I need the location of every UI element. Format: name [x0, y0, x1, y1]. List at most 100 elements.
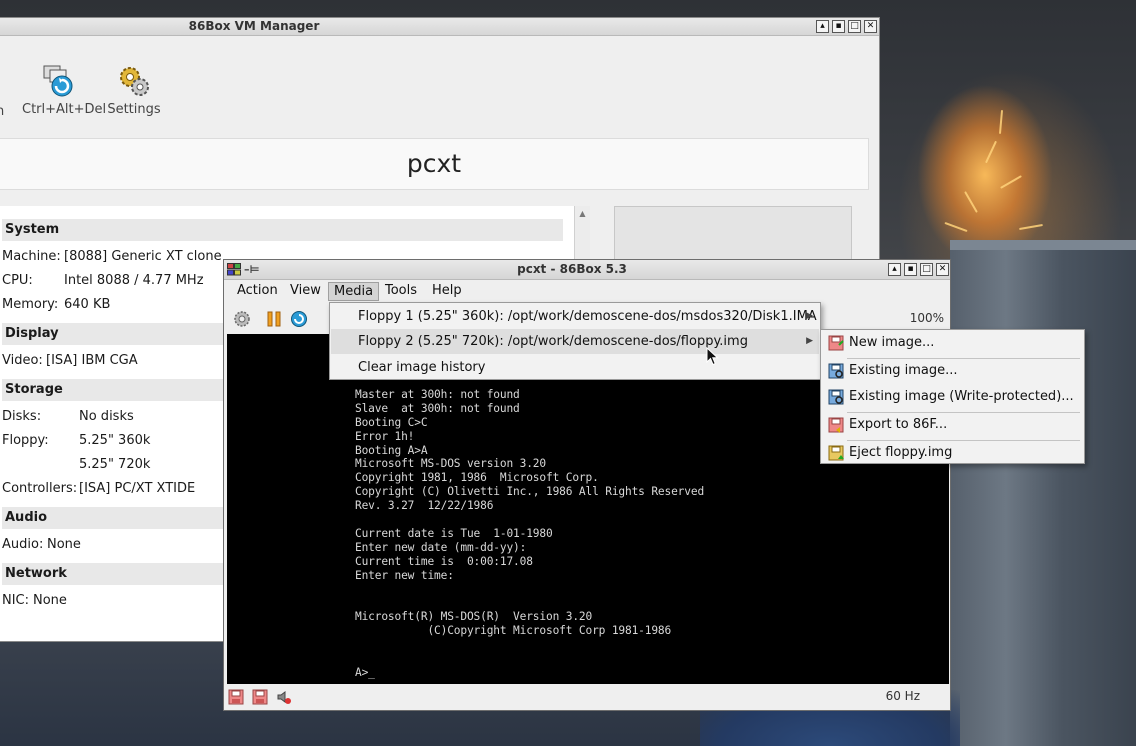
detail-label: NIC:: [2, 593, 30, 608]
wallpaper-spark: [985, 140, 997, 164]
reset-icon[interactable]: [290, 310, 308, 328]
dos-console: Master at 300h: not found Slave at 300h: …: [355, 388, 704, 680]
emulator-statusbar: 60 Hz: [224, 684, 950, 710]
menu-item-existing-image-wp[interactable]: Existing image (Write-protected)...: [822, 385, 1083, 411]
shade-button[interactable]: ▴: [816, 20, 829, 33]
detail-value: 5.25" 360k: [79, 433, 151, 448]
menu-item-label: Eject floppy.img: [849, 445, 953, 460]
detail-label: Floppy:: [2, 433, 49, 448]
minimize-button[interactable]: ▪: [832, 20, 845, 33]
minimize-button[interactable]: ▪: [904, 263, 917, 276]
detail-value: 5.25" 720k: [79, 457, 151, 472]
console-line: Current time is 0:00:17.08: [355, 554, 533, 568]
shade-button[interactable]: ▴: [888, 263, 901, 276]
ctrl-alt-del-icon: [43, 65, 73, 97]
menu-item-new-image[interactable]: New image...: [822, 331, 1083, 357]
open-image-icon: [828, 363, 844, 379]
maximize-button[interactable]: □: [920, 263, 933, 276]
console-line: Enter new time:: [355, 568, 454, 582]
detail-label: Video:: [2, 353, 43, 368]
detail-value: [8088] Generic XT clone: [64, 249, 222, 264]
menu-item-label: Clear image history: [358, 360, 486, 375]
settings-button[interactable]: Settings: [106, 64, 162, 117]
console-line: Rev. 3.27 12/22/1986: [355, 499, 494, 513]
export-icon: [828, 417, 844, 433]
close-button[interactable]: ✕: [936, 263, 949, 276]
detail-label: CPU:: [2, 273, 33, 288]
menu-item-existing-image[interactable]: Existing image...: [822, 359, 1083, 385]
emulator-titlebar[interactable]: –⊨ pcxt - 86Box 5.3 ▴ ▪ □ ✕: [224, 260, 950, 280]
console-line: Enter new date (mm-dd-yy):: [355, 540, 527, 554]
console-line: Current date is Tue 1-01-1980: [355, 526, 553, 540]
media-menu: Floppy 1 (5.25" 360k): /opt/work/demosce…: [329, 302, 821, 380]
wallpaper-shelves: [950, 250, 1136, 746]
manager-toolbar: n Ctrl+Alt+Del Settings: [0, 36, 879, 136]
menu-item-clear-history[interactable]: Clear image history: [331, 355, 819, 380]
menu-item-eject[interactable]: Eject floppy.img: [822, 441, 1083, 467]
floppy-1-icon[interactable]: [228, 689, 244, 705]
menu-view[interactable]: View: [285, 282, 326, 301]
ctrl-alt-del-button[interactable]: Ctrl+Alt+Del: [22, 64, 106, 117]
manager-titlebar[interactable]: 86Box VM Manager ▴ ▪ □ ✕: [0, 18, 879, 36]
console-line: (C)Copyright Microsoft Corp 1981-1986: [355, 624, 672, 638]
floppy-submenu: New image... Existing image... Existing …: [820, 329, 1085, 464]
scroll-up-icon[interactable]: ▲: [578, 209, 587, 218]
sound-icon[interactable]: [276, 689, 292, 705]
menu-tools[interactable]: Tools: [380, 282, 422, 301]
console-line: Slave at 300h: not found: [355, 401, 520, 415]
detail-value: No disks: [79, 409, 134, 424]
detail-audio: Audio: None: [2, 537, 81, 553]
zoom-level: 100%: [909, 311, 944, 325]
console-line: A>_: [355, 665, 375, 679]
wallpaper-spark: [1019, 223, 1043, 231]
submenu-arrow-icon: ▶: [806, 311, 813, 321]
ctrl-alt-del-label: Ctrl+Alt+Del: [22, 102, 107, 117]
detail-label: Machine:: [2, 249, 61, 264]
console-line: Error 1h!: [355, 429, 415, 443]
toolbar-partial-label: n: [0, 104, 4, 119]
console-line: Booting A>A: [355, 443, 428, 457]
console-line: Copyright 1981, 1986 Microsoft Corp.: [355, 471, 599, 485]
detail-memory: Memory: 640 KB: [2, 297, 110, 313]
gear-icon: [120, 67, 149, 96]
menu-item-floppy-1[interactable]: Floppy 1 (5.25" 360k): /opt/work/demosce…: [331, 304, 819, 329]
close-button[interactable]: ✕: [864, 20, 877, 33]
detail-floppy: Floppy: 5.25" 360k: [2, 433, 150, 449]
detail-value: [ISA] IBM CGA: [46, 353, 138, 368]
emulator-title: pcxt - 86Box 5.3: [517, 262, 627, 276]
menu-item-export-86f[interactable]: Export to 86F...: [822, 413, 1083, 439]
detail-disks: Disks: No disks: [2, 409, 134, 425]
detail-value: None: [33, 593, 67, 608]
power-icon[interactable]: [233, 310, 251, 328]
detail-value: 640 KB: [64, 297, 111, 312]
maximize-button[interactable]: □: [848, 20, 861, 33]
pause-icon[interactable]: [265, 310, 283, 328]
menu-item-label: Floppy 1 (5.25" 360k): /opt/work/demosce…: [358, 309, 817, 324]
settings-label: Settings: [107, 102, 161, 117]
mouse-cursor-icon: [706, 347, 719, 366]
refresh-rate: 60 Hz: [885, 689, 920, 703]
menu-item-floppy-2[interactable]: Floppy 2 (5.25" 720k): /opt/work/demosce…: [331, 329, 819, 354]
wallpaper-spark: [1000, 175, 1022, 189]
console-line: Microsoft(R) MS-DOS(R) Version 3.20: [355, 610, 593, 624]
detail-value: [ISA] PC/XT XTIDE: [79, 481, 196, 496]
eject-icon: [828, 445, 844, 461]
detail-label: Memory:: [2, 297, 59, 312]
menu-item-label: Existing image...: [849, 363, 958, 378]
console-line: Microsoft MS-DOS version 3.20: [355, 457, 546, 471]
wallpaper-spark: [944, 221, 968, 233]
menu-action[interactable]: Action: [232, 282, 283, 301]
toolbar-partial-button[interactable]: n: [0, 104, 10, 119]
detail-value: Intel 8088 / 4.77 MHz: [64, 273, 204, 288]
menu-help[interactable]: Help: [427, 282, 467, 301]
pin-icon[interactable]: –⊨: [244, 260, 260, 279]
new-image-icon: [828, 335, 844, 351]
menu-media[interactable]: Media: [328, 282, 380, 301]
floppy-2-icon[interactable]: [252, 689, 268, 705]
detail-nic: NIC: None: [2, 593, 67, 609]
detail-value: None: [47, 537, 81, 552]
